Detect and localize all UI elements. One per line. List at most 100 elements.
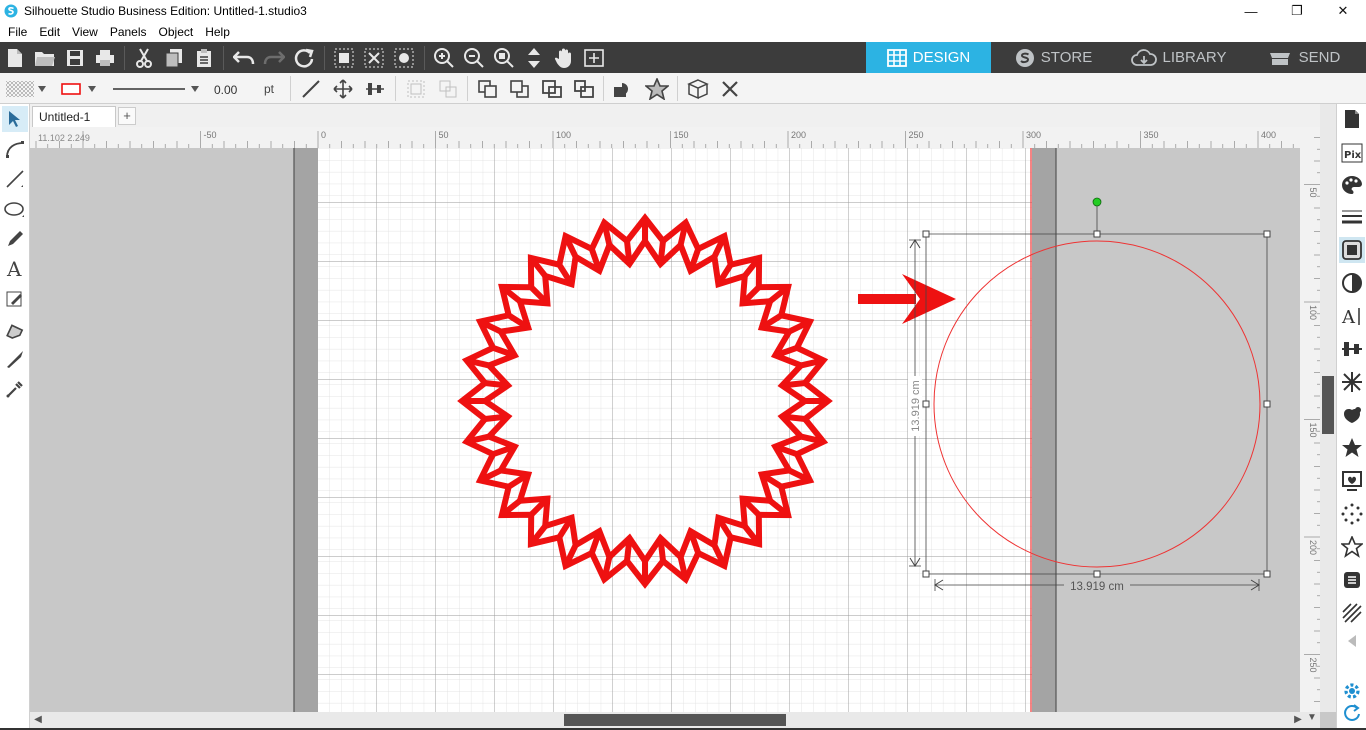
- send-to-back-icon[interactable]: [507, 76, 533, 102]
- offset-star-icon[interactable]: [644, 76, 670, 102]
- cut-icon[interactable]: [131, 45, 157, 71]
- tab-library[interactable]: LIBRARY: [1116, 42, 1241, 73]
- horizontal-scroll-thumb[interactable]: [564, 714, 786, 726]
- resize-handle-e[interactable]: [1263, 400, 1271, 408]
- print-icon[interactable]: [92, 45, 118, 71]
- text-style-icon[interactable]: A: [1339, 303, 1365, 329]
- pan-hand-icon[interactable]: [551, 45, 577, 71]
- zoom-in-icon[interactable]: [431, 45, 457, 71]
- offset-dots-icon[interactable]: [1339, 501, 1365, 527]
- fill-pattern-swatch[interactable]: [4, 76, 36, 102]
- line-style-icon[interactable]: [1339, 204, 1365, 230]
- menu-file[interactable]: File: [2, 25, 33, 39]
- scroll-right-arrow-icon[interactable]: ▶: [1292, 714, 1304, 726]
- design-canvas[interactable]: 13.919 cm 13.919 cm: [30, 148, 1300, 712]
- page-setup-icon[interactable]: [1339, 106, 1365, 132]
- align-center-icon[interactable]: [362, 76, 388, 102]
- add-page-icon[interactable]: [581, 45, 607, 71]
- drag-zoom-icon[interactable]: [521, 45, 547, 71]
- fill-dropdown-arrow-icon[interactable]: [34, 76, 50, 102]
- weld-icon[interactable]: [611, 76, 637, 102]
- line-color-swatch[interactable]: [58, 76, 84, 102]
- resize-handle-n[interactable]: [1093, 230, 1101, 238]
- fill-color-palette-icon[interactable]: [1339, 172, 1365, 198]
- design-store-star-icon[interactable]: [1339, 534, 1365, 560]
- restore-button[interactable]: ❐: [1274, 0, 1320, 22]
- line-tool-icon[interactable]: [298, 76, 324, 102]
- copy-icon[interactable]: [161, 45, 187, 71]
- menu-view[interactable]: View: [66, 25, 104, 39]
- open-folder-icon[interactable]: [32, 45, 58, 71]
- resize-handle-w[interactable]: [922, 400, 930, 408]
- select-all-icon[interactable]: [331, 45, 357, 71]
- tab-untitled-1[interactable]: Untitled-1: [32, 106, 116, 127]
- menu-edit[interactable]: Edit: [33, 25, 66, 39]
- pixscan-icon[interactable]: Pix: [1339, 140, 1365, 166]
- rotate-handle[interactable]: [1092, 197, 1102, 207]
- zoom-out-icon[interactable]: [461, 45, 487, 71]
- bring-forward-icon[interactable]: [539, 76, 565, 102]
- freehand-pencil-tool-icon[interactable]: [2, 226, 28, 252]
- select-by-color-icon[interactable]: [391, 45, 417, 71]
- minimize-button[interactable]: —: [1228, 0, 1274, 22]
- scroll-left-arrow-icon[interactable]: ◀: [32, 714, 44, 726]
- select-tool-icon[interactable]: [2, 106, 28, 132]
- trace-icon[interactable]: [1339, 369, 1365, 395]
- line-width-input[interactable]: [214, 81, 254, 98]
- text-tool-icon[interactable]: A: [2, 256, 28, 282]
- eyedropper-tool-icon[interactable]: [2, 376, 28, 402]
- delete-icon[interactable]: [717, 76, 743, 102]
- paste-icon[interactable]: [191, 45, 217, 71]
- sketch-effects-icon[interactable]: [1339, 600, 1365, 626]
- eraser-tool-icon[interactable]: [2, 316, 28, 342]
- resize-handle-nw[interactable]: [922, 230, 930, 238]
- image-effects-icon[interactable]: [1339, 270, 1365, 296]
- ungroup-icon[interactable]: [435, 76, 461, 102]
- send-backward-icon[interactable]: [571, 76, 597, 102]
- add-tab-button[interactable]: +: [118, 107, 136, 125]
- line-style-selector[interactable]: [110, 76, 188, 102]
- vertical-scroll-thumb[interactable]: [1322, 376, 1334, 434]
- tab-store[interactable]: STORE: [991, 42, 1116, 73]
- collapse-panel-arrow-icon[interactable]: [1339, 628, 1365, 654]
- knife-tool-icon[interactable]: [2, 346, 28, 372]
- resize-handle-s[interactable]: [1093, 570, 1101, 578]
- sketch-tool-icon[interactable]: [2, 286, 28, 312]
- resize-handle-ne[interactable]: [1263, 230, 1271, 238]
- library-star-icon[interactable]: [1339, 435, 1365, 461]
- print-and-cut-icon[interactable]: [1339, 468, 1365, 494]
- menu-panels[interactable]: Panels: [104, 25, 153, 39]
- scroll-down-arrow-icon[interactable]: ▼: [1306, 712, 1318, 724]
- redraw-icon[interactable]: [291, 45, 317, 71]
- horizontal-scrollbar[interactable]: ◀ ▶ ▼: [30, 712, 1320, 728]
- replicate-panel-icon[interactable]: [1339, 402, 1365, 428]
- move-icon[interactable]: [330, 76, 356, 102]
- group-icon[interactable]: [403, 76, 429, 102]
- vertical-scrollbar[interactable]: [1320, 104, 1336, 712]
- line-style-dropdown-arrow-icon[interactable]: [187, 76, 203, 102]
- redo-icon[interactable]: [261, 45, 287, 71]
- save-icon[interactable]: [62, 45, 88, 71]
- draw-ellipse-tool-icon[interactable]: [2, 196, 28, 222]
- align-icon[interactable]: [1339, 336, 1365, 362]
- bring-to-front-icon[interactable]: [475, 76, 501, 102]
- close-window-button[interactable]: ✕: [1320, 0, 1366, 22]
- fill-pattern-icon[interactable]: [1339, 237, 1365, 263]
- tab-design[interactable]: DESIGN: [866, 42, 991, 73]
- resize-handle-se[interactable]: [1263, 570, 1271, 578]
- replicate-icon[interactable]: [685, 76, 711, 102]
- line-color-dropdown-arrow-icon[interactable]: [84, 76, 100, 102]
- undo-icon[interactable]: [231, 45, 257, 71]
- deselect-icon[interactable]: [361, 45, 387, 71]
- resize-handle-sw[interactable]: [922, 570, 930, 578]
- zoom-fit-icon[interactable]: [491, 45, 517, 71]
- menu-object[interactable]: Object: [153, 25, 200, 39]
- edit-points-tool-icon[interactable]: [2, 136, 28, 162]
- new-file-icon[interactable]: [2, 45, 28, 71]
- draw-line-tool-icon[interactable]: [2, 166, 28, 192]
- sync-refresh-icon[interactable]: [1339, 700, 1365, 726]
- menu-help[interactable]: Help: [199, 25, 236, 39]
- send-to-cutter-icon[interactable]: [1339, 567, 1365, 593]
- tab-send[interactable]: SEND: [1241, 42, 1366, 73]
- v-ruler-label: 250: [1308, 658, 1318, 673]
